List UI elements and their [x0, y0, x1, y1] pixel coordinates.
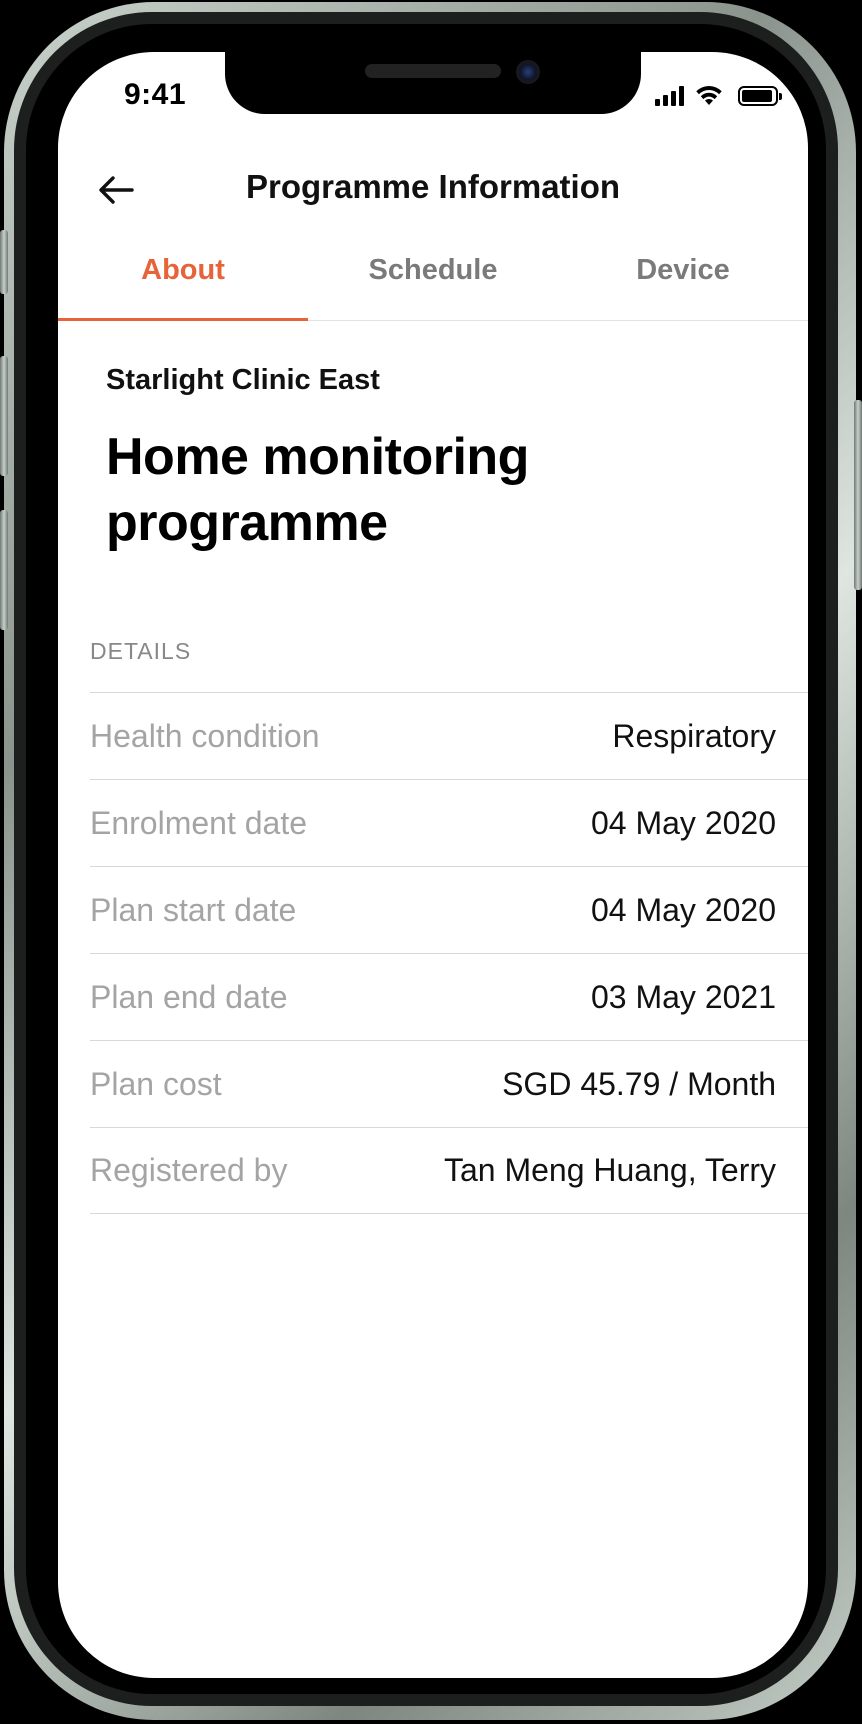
detail-row-health-condition: Health condition Respiratory	[90, 692, 808, 779]
front-camera	[516, 60, 540, 84]
notch	[225, 52, 641, 114]
status-icons	[655, 84, 782, 106]
app-screen: 9:41 Programme Information About Schedul…	[58, 52, 808, 1678]
battery-fill	[742, 90, 773, 102]
detail-row-registered-by: Registered by Tan Meng Huang, Terry	[90, 1127, 808, 1214]
detail-label: Plan end date	[90, 978, 288, 1015]
page-title: Programme Information	[245, 168, 621, 205]
detail-row-plan-end-date: Plan end date 03 May 2021	[90, 953, 808, 1040]
tab-schedule[interactable]: Schedule	[308, 240, 558, 320]
detail-value: 04 May 2020	[590, 891, 776, 928]
power-button	[854, 400, 862, 590]
tab-active-indicator	[58, 318, 308, 321]
details-list: Health condition Respiratory Enrolment d…	[90, 692, 808, 1214]
tab-label: About	[141, 254, 225, 286]
detail-row-plan-cost: Plan cost SGD 45.79 / Month	[90, 1040, 808, 1127]
tab-device[interactable]: Device	[558, 240, 808, 320]
detail-value: 03 May 2021	[590, 978, 776, 1015]
detail-label: Health condition	[90, 717, 320, 754]
section-label-details: DETAILS	[90, 638, 192, 664]
tab-about[interactable]: About	[58, 240, 308, 321]
detail-value: SGD 45.79 / Month	[502, 1065, 776, 1102]
mute-switch	[0, 230, 8, 294]
clinic-name: Starlight Clinic East	[106, 364, 380, 396]
detail-row-enrolment-date: Enrolment date 04 May 2020	[90, 779, 808, 866]
programme-title: Home monitoring programme	[106, 428, 529, 552]
status-time: 9:41	[124, 78, 187, 111]
tab-label: Device	[636, 254, 730, 286]
detail-row-plan-start-date: Plan start date 04 May 2020	[90, 866, 808, 953]
volume-up-button	[0, 356, 8, 476]
tab-label: Schedule	[368, 254, 498, 286]
battery-icon	[738, 86, 782, 106]
detail-value: 04 May 2020	[590, 804, 776, 841]
speaker	[365, 64, 501, 78]
detail-value: Respiratory	[612, 717, 776, 754]
device-mockup: 9:41 Programme Information About Schedul…	[0, 0, 862, 1724]
detail-label: Plan start date	[90, 891, 297, 928]
detail-value: Tan Meng Huang, Terry	[443, 1152, 776, 1188]
tab-bar: About Schedule Device	[58, 240, 808, 321]
cellular-signal-icon	[655, 86, 684, 106]
detail-label: Registered by	[90, 1152, 288, 1188]
detail-label: Plan cost	[90, 1065, 222, 1102]
top-nav: Programme Information	[58, 148, 808, 238]
wifi-icon	[696, 86, 722, 105]
volume-down-button	[0, 510, 8, 630]
detail-label: Enrolment date	[90, 804, 308, 841]
